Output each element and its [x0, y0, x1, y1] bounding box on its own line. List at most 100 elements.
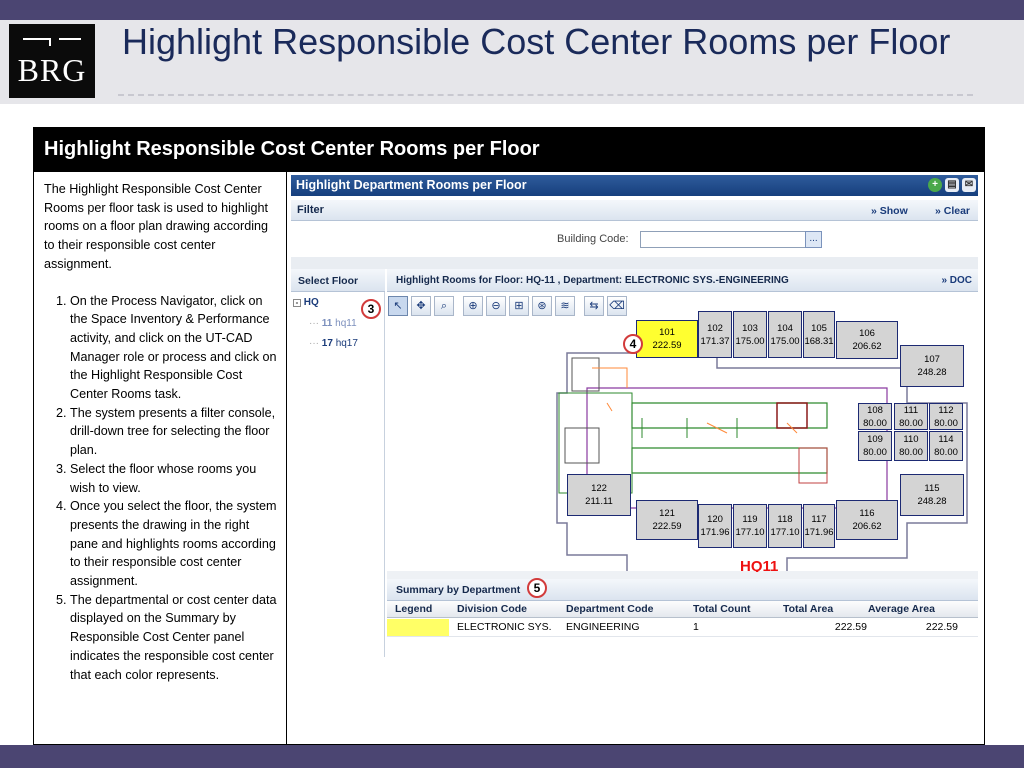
panel-heading: Highlight Responsible Cost Center Rooms … [34, 128, 984, 172]
step-item: The departmental or cost center data dis… [70, 591, 280, 685]
room-121[interactable]: 121 222.59 [636, 500, 698, 540]
room-112[interactable]: 112 80.00 [929, 403, 963, 430]
tree-item-hq11[interactable]: ··· 11 hq11 [309, 318, 357, 329]
room-area: 80.00 [863, 417, 887, 429]
email-icon[interactable]: ✉ [962, 178, 976, 192]
building-code-input[interactable] [640, 231, 807, 248]
room-area: 206.62 [852, 341, 882, 352]
clear-icon[interactable]: ⌫ [607, 296, 627, 316]
refresh-icon[interactable]: ⇆ [584, 296, 604, 316]
cell-average-area: 222.59 [925, 621, 958, 633]
room-114[interactable]: 114 80.00 [929, 431, 963, 461]
room-101[interactable]: 101 222.59 [636, 320, 698, 358]
room-110[interactable]: 110 80.00 [894, 431, 928, 461]
collapse-icon[interactable]: - [293, 299, 301, 307]
brg-logo: BRG [9, 24, 95, 98]
legend-swatch [387, 619, 449, 636]
pan-tool-icon[interactable]: ✥ [411, 296, 431, 316]
room-number: 117 [811, 514, 827, 525]
room-area: 248.28 [917, 367, 947, 378]
room-119[interactable]: 119 177.10 [733, 504, 767, 548]
callout-3: 3 [361, 299, 381, 319]
room-number: 101 [659, 327, 675, 338]
room-number: 118 [777, 514, 793, 525]
room-120[interactable]: 120 171.96 [698, 504, 732, 548]
floor-label: HQ11 [740, 558, 779, 572]
app-title: Highlight Department Rooms per Floor [296, 178, 527, 192]
step-item: Select the floor whose rooms you wish to… [70, 460, 280, 497]
zoom-window-icon[interactable]: ⌕ [434, 296, 454, 316]
col-total-area[interactable]: Total Area [779, 601, 833, 615]
table-row[interactable]: ELECTRONIC SYS. ENGINEERING 1 222.59 222… [387, 619, 978, 637]
zoom-extents-icon[interactable]: ⊞ [509, 296, 529, 316]
zoom-in-icon[interactable]: ⊕ [463, 296, 483, 316]
room-number: 107 [924, 354, 940, 365]
room-number: 115 [924, 483, 940, 494]
summary-grid-header: Legend Division Code Department Code Tot… [387, 601, 978, 618]
tree-root[interactable]: - HQ [293, 297, 319, 308]
room-area: 175.00 [735, 335, 765, 347]
room-number: 103 [742, 322, 758, 334]
cell-count: 1 [693, 621, 699, 633]
room-103[interactable]: 103 175.00 [733, 311, 767, 358]
room-area: 222.59 [652, 340, 682, 351]
room-106[interactable]: 106 206.62 [836, 321, 898, 359]
slide-top-bar [0, 0, 1024, 20]
room-104[interactable]: 104 175.00 [768, 311, 802, 358]
room-116[interactable]: 116 206.62 [836, 500, 898, 540]
room-area: 177.10 [735, 527, 765, 538]
room-115[interactable]: 115 248.28 [900, 474, 964, 516]
drawing-toolbar: ↖ ✥ ⌕ ⊕ ⊖ ⊞ ⊛ ≋ ⇆ ⌫ [387, 293, 687, 317]
show-link[interactable]: » Show [871, 205, 908, 217]
room-109[interactable]: 109 80.00 [858, 431, 892, 461]
room-area: 175.00 [770, 335, 800, 347]
room-number: 111 [903, 404, 919, 416]
building-code-lookup-button[interactable]: ... [805, 231, 822, 248]
print-icon[interactable]: ▤ [945, 178, 959, 192]
room-105[interactable]: 105 168.31 [803, 311, 835, 358]
steps-list: On the Process Navigator, click on the S… [44, 292, 280, 685]
room-102[interactable]: 102 171.37 [698, 311, 732, 358]
room-area: 80.00 [934, 417, 958, 429]
room-number: 108 [867, 404, 883, 416]
room-area: 177.10 [770, 527, 800, 538]
room-122[interactable]: 122 211.11 [567, 474, 631, 516]
drawing-splitter[interactable] [387, 571, 978, 579]
zoom-reset-icon[interactable]: ⊛ [532, 296, 552, 316]
title-divider [118, 94, 973, 96]
add-icon[interactable]: + [928, 178, 942, 192]
drawing-header: Highlight Rooms for Floor: HQ-11 , Depar… [387, 269, 978, 292]
logo-text: BRG [17, 52, 87, 88]
filter-label: Filter [297, 204, 324, 216]
room-117[interactable]: 117 171.96 [803, 504, 835, 548]
cell-division: ELECTRONIC SYS. [457, 621, 552, 633]
select-tool-icon[interactable]: ↖ [388, 296, 408, 316]
room-107[interactable]: 107 248.28 [900, 345, 964, 387]
tree-item-hq17[interactable]: ··· 17 hq17 [309, 338, 358, 349]
layers-icon[interactable]: ≋ [555, 296, 575, 316]
room-area: 80.00 [899, 417, 923, 429]
step-item: The system presents a filter console, dr… [70, 404, 280, 460]
step-item: Once you select the floor, the system pr… [70, 497, 280, 591]
col-legend[interactable]: Legend [391, 601, 432, 615]
building-code-label: Building Code: [557, 233, 629, 245]
slide-bottom-bar [0, 745, 1024, 768]
room-number: 120 [707, 514, 723, 525]
room-108[interactable]: 108 80.00 [858, 403, 892, 430]
col-average-area[interactable]: Average Area [864, 601, 935, 615]
col-division-code[interactable]: Division Code [453, 601, 527, 615]
callout-5: 5 [527, 578, 547, 598]
room-area: 171.37 [700, 335, 730, 347]
room-111[interactable]: 111 80.00 [894, 403, 928, 430]
col-total-count[interactable]: Total Count [689, 601, 751, 615]
room-number: 106 [859, 328, 875, 339]
room-number: 122 [591, 483, 607, 494]
doc-link[interactable]: » DOC [941, 275, 972, 286]
zoom-out-icon[interactable]: ⊖ [486, 296, 506, 316]
col-department-code[interactable]: Department Code [562, 601, 654, 615]
room-118[interactable]: 118 177.10 [768, 504, 802, 548]
clear-link[interactable]: » Clear [935, 205, 970, 217]
summary-header: Summary by Department [387, 579, 978, 601]
room-number: 110 [903, 434, 919, 445]
room-number: 121 [659, 508, 675, 519]
